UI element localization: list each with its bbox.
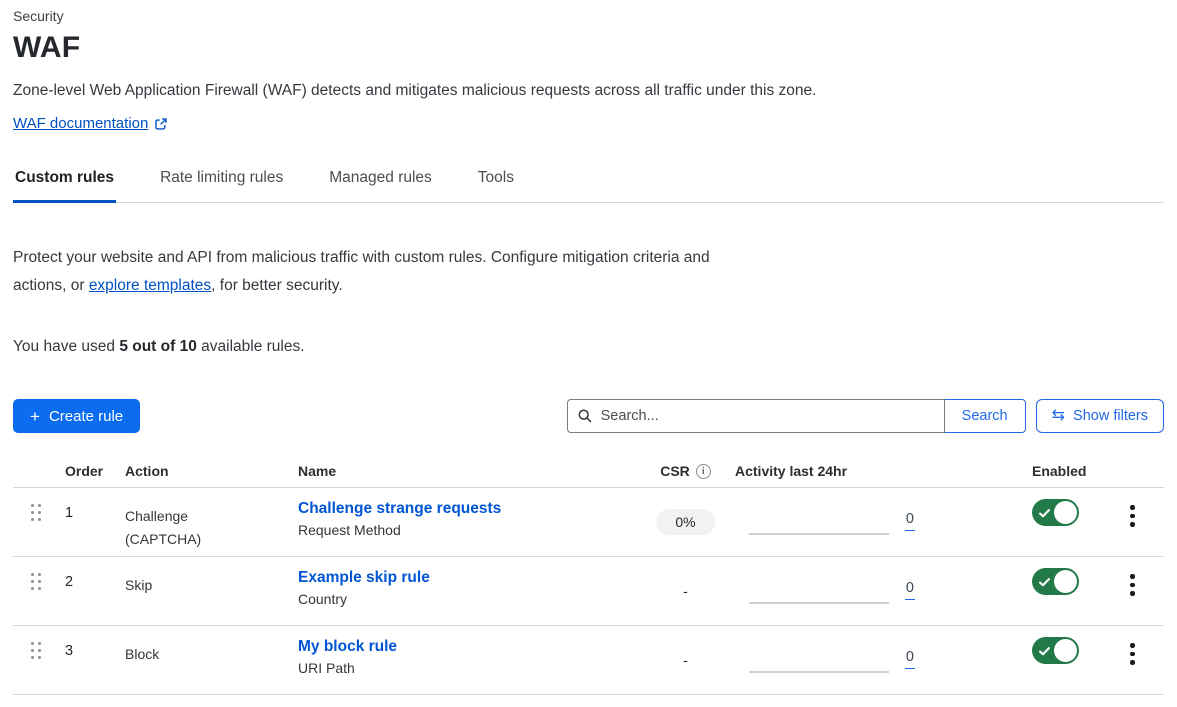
rule-action: Block [125,626,298,666]
drag-handle[interactable] [13,626,65,659]
search-icon [577,408,593,429]
rule-action: Skip [125,557,298,597]
show-filters-button[interactable]: ⇆ Show filters [1036,399,1164,433]
tab-managed-rules[interactable]: Managed rules [327,163,434,203]
activity-sparkline [749,671,889,673]
drag-handle[interactable] [13,557,65,590]
tab-rate-limiting-rules[interactable]: Rate limiting rules [158,163,285,203]
enabled-toggle[interactable] [1032,637,1079,664]
enabled-toggle[interactable] [1032,499,1079,526]
rule-action-line1: Skip [125,574,298,597]
usage-suffix: available rules. [197,338,305,355]
kebab-menu-button[interactable] [1128,572,1164,598]
rule-action-line2: (CAPTCHA) [125,528,298,551]
csr-cell: - [681,583,690,601]
header-order: Order [65,457,125,479]
rule-name-link[interactable]: My block rule [298,638,397,656]
rules-toolbar: + Create rule Search ⇆ Show filters [13,399,1164,433]
kebab-menu-button[interactable] [1128,641,1164,667]
swap-arrows-icon: ⇆ [1052,408,1065,424]
csr-badge: 0% [656,509,714,535]
waf-page: Security WAF Zone-level Web Application … [0,0,1177,695]
table-row: 1 Challenge (CAPTCHA) Challenge strange … [13,488,1164,557]
table-body: 1 Challenge (CAPTCHA) Challenge strange … [13,488,1164,695]
waf-documentation-link[interactable]: WAF documentation [13,115,148,132]
activity-cell: 0 [733,557,933,626]
csr-badge: - [681,647,690,673]
rule-name-cell: Challenge strange requests Request Metho… [298,488,638,538]
header-csr: CSR [660,463,690,479]
rule-order: 1 [65,488,125,521]
header-action: Action [125,457,298,479]
check-icon [1039,506,1050,524]
rule-match-field: Country [298,591,638,607]
usage-prefix: You have used [13,338,119,355]
tab-bar: Custom rules Rate limiting rules Managed… [13,163,1164,203]
page-title: WAF [13,31,1164,65]
create-rule-button[interactable]: + Create rule [13,399,140,433]
rule-name-cell: My block rule URI Path [298,626,638,676]
activity-count-link[interactable]: 0 [905,511,915,531]
usage-summary: You have used 5 out of 10 available rule… [13,338,1164,356]
intro-text: Protect your website and API from malici… [13,244,758,300]
drag-handle[interactable] [13,488,65,521]
rule-action-line1: Challenge [125,505,298,528]
rule-match-field: URI Path [298,660,638,676]
drag-dots-icon [31,504,65,521]
header-name: Name [298,457,638,479]
kebab-menu-button[interactable] [1128,503,1164,529]
tab-custom-rules[interactable]: Custom rules [13,163,116,203]
tab-tools[interactable]: Tools [476,163,516,203]
check-icon [1039,575,1050,593]
activity-cell: 0 [733,626,933,695]
csr-cell: 0% [656,514,714,532]
search-button[interactable]: Search [944,399,1026,433]
header-enabled: Enabled [1024,457,1114,479]
table-row: 2 Skip Example skip rule Country - 0 [13,557,1164,626]
toggle-knob [1054,501,1077,524]
toggle-knob [1054,639,1077,662]
drag-dots-icon [31,642,65,659]
csr-badge: - [681,578,690,604]
explore-templates-link[interactable]: explore templates [89,277,211,294]
enabled-toggle[interactable] [1032,568,1079,595]
header-activity: Activity last 24hr [733,457,933,479]
rule-order: 3 [65,626,125,659]
search-input[interactable] [567,399,945,433]
toggle-knob [1054,570,1077,593]
csr-cell: - [681,652,690,670]
intro-text-after: , for better security. [211,277,343,294]
drag-dots-icon [31,573,65,590]
table-header-row: Order Action Name CSR i Activity last 24… [13,457,1164,488]
rule-action-line1: Block [125,643,298,666]
activity-sparkline [749,602,889,604]
custom-rules-table: Order Action Name CSR i Activity last 24… [13,457,1164,695]
table-row: 3 Block My block rule URI Path - 0 [13,626,1164,695]
rule-match-field: Request Method [298,522,638,538]
activity-cell: 0 [733,488,933,557]
plus-icon: + [30,408,40,425]
activity-count-link[interactable]: 0 [905,649,915,669]
page-description: Zone-level Web Application Firewall (WAF… [13,82,1164,100]
rule-name-link[interactable]: Challenge strange requests [298,500,501,518]
rule-name-link[interactable]: Example skip rule [298,569,430,587]
show-filters-label: Show filters [1073,408,1148,424]
info-icon[interactable]: i [696,464,711,479]
external-link-icon [154,117,168,131]
breadcrumb: Security [13,8,1164,24]
usage-count: 5 out of 10 [119,338,197,355]
create-rule-label: Create rule [49,408,123,425]
activity-count-link[interactable]: 0 [905,580,915,600]
rule-action: Challenge (CAPTCHA) [125,488,298,551]
rule-name-cell: Example skip rule Country [298,557,638,607]
activity-sparkline [749,533,889,535]
check-icon [1039,644,1050,662]
rule-order: 2 [65,557,125,590]
